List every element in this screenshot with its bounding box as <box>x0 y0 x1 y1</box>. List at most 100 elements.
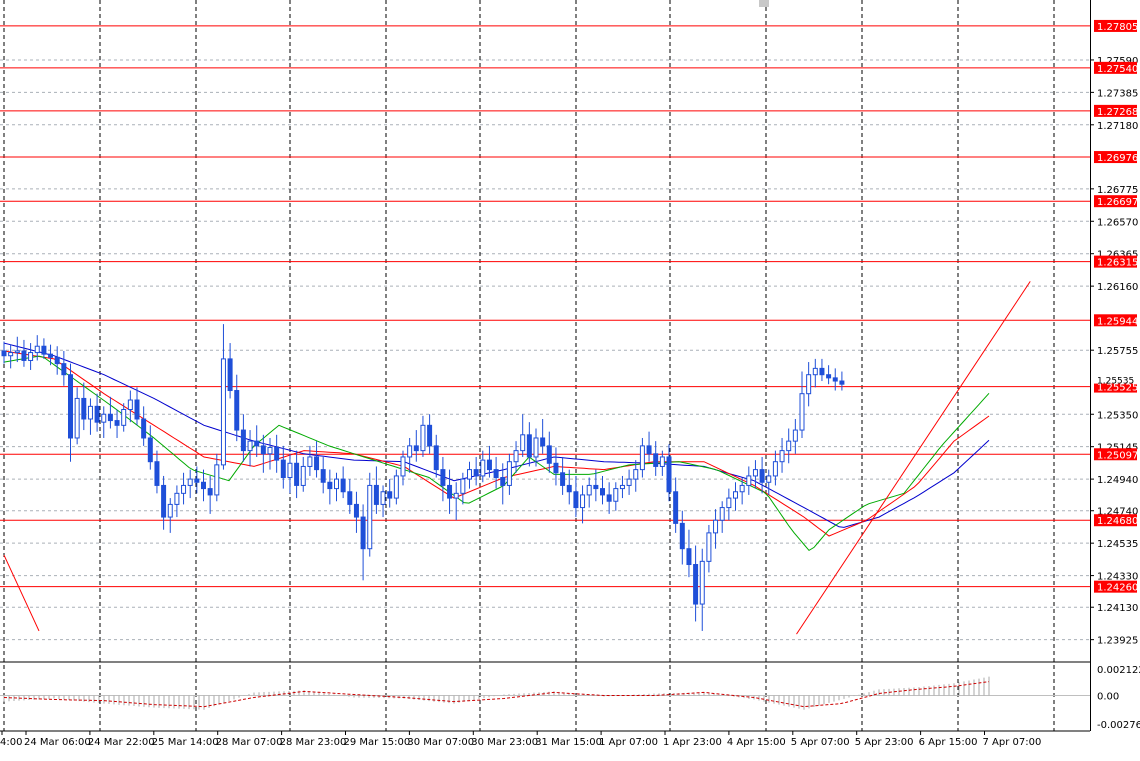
candle-body <box>68 374 73 439</box>
candle-body <box>453 492 459 499</box>
chart-background <box>0 0 1140 757</box>
candle-body <box>274 446 280 461</box>
candle-body <box>593 484 599 490</box>
candle-body <box>61 363 67 376</box>
candle-body <box>513 450 519 463</box>
candle-body <box>520 434 526 452</box>
candle-body <box>101 413 107 423</box>
time-tick-label: 4 Apr 15:00 <box>727 737 786 748</box>
oscillator-tick-label: 0.00 <box>1097 691 1119 702</box>
candle-body <box>147 437 153 463</box>
candle-body <box>327 481 333 490</box>
candle-body <box>287 462 293 479</box>
candle-body <box>167 503 173 518</box>
candle-body <box>826 374 832 379</box>
candle-body <box>526 434 532 458</box>
candle-body <box>586 484 592 496</box>
level-label: 1.24260 <box>1097 583 1138 594</box>
time-tick-label: 1 Apr 23:00 <box>663 737 722 748</box>
candle-body <box>533 437 539 458</box>
level-label: 1.27540 <box>1097 64 1138 75</box>
candle-body <box>294 462 300 486</box>
candle-body <box>214 464 220 496</box>
level-label: 1.25944 <box>1097 316 1138 327</box>
candle-body <box>360 516 366 550</box>
candle-body <box>187 478 193 486</box>
candle-body <box>546 445 552 464</box>
candle-body <box>447 484 453 499</box>
candle-body <box>41 345 47 355</box>
candle-body <box>766 475 772 483</box>
price-tick-label: 1.23925 <box>1097 636 1138 647</box>
candle-body <box>433 445 439 471</box>
candle-body <box>380 491 386 505</box>
candle-body <box>127 399 133 411</box>
candle-body <box>121 409 127 426</box>
candle-body <box>8 352 14 357</box>
candle-body <box>713 519 719 534</box>
candle-body <box>440 469 446 486</box>
candle-body <box>74 397 80 439</box>
candle-body <box>473 469 479 477</box>
price-tick-label: 1.26160 <box>1097 282 1138 293</box>
candle-body <box>194 478 200 483</box>
candle-body <box>307 456 313 467</box>
price-chart: 1.275901.273851.271801.267751.265701.263… <box>0 0 1140 757</box>
price-tick-label: 1.27385 <box>1097 88 1138 99</box>
candle-body <box>234 390 240 431</box>
candle-body <box>267 446 273 455</box>
candle-body <box>619 484 625 490</box>
candle-body <box>320 469 326 483</box>
price-tick-label: 1.25350 <box>1097 410 1138 421</box>
candle-body <box>407 445 413 458</box>
price-tick-label: 1.25755 <box>1097 346 1138 357</box>
candle-body <box>373 484 379 505</box>
candle-body <box>633 469 639 480</box>
price-tick-label: 1.24130 <box>1097 603 1138 614</box>
chart-root: 1.27590 1.27385 1.27180 1.26775 1.26570 1.263… <box>0 0 1140 757</box>
price-tick-label: 1.24535 <box>1097 539 1138 550</box>
candle-body <box>220 358 226 466</box>
candle-body <box>227 358 233 392</box>
candle-body <box>400 456 406 477</box>
price-tick-label: 1.26775 <box>1097 185 1138 196</box>
candle-body <box>94 405 100 423</box>
candle-body <box>254 440 260 447</box>
candle-body <box>739 484 745 493</box>
candle-body <box>81 397 87 420</box>
candle-body <box>819 367 825 376</box>
candle-body <box>812 367 818 376</box>
candle-body <box>460 478 466 494</box>
time-tick-label: 4:00 <box>0 737 22 748</box>
candle-body <box>247 440 253 452</box>
candle-body <box>746 475 752 486</box>
candle-body <box>141 418 147 439</box>
time-tick-label: 5 Apr 07:00 <box>791 737 850 748</box>
price-tick-label: 1.26570 <box>1097 217 1138 228</box>
time-tick-label: 28 Mar 07:00 <box>216 737 283 748</box>
time-tick-label: 5 Apr 23:00 <box>855 737 914 748</box>
candle-body <box>699 560 705 605</box>
candle-body <box>786 440 792 452</box>
candle-body <box>480 459 486 477</box>
oscillator-tick-label: 0.002122 <box>1097 665 1140 676</box>
level-label: 1.26315 <box>1097 258 1138 269</box>
candle-body <box>653 453 659 467</box>
level-label: 1.24680 <box>1097 516 1138 527</box>
candle-body <box>280 459 286 479</box>
candle-body <box>54 356 60 365</box>
candle-body <box>1 350 7 357</box>
candle-body <box>154 461 160 486</box>
oscillator-tick-label: -0.002766 <box>1097 720 1140 731</box>
time-tick-label: 29 Mar 15:00 <box>344 737 411 748</box>
time-tick-label: 1 Apr 07:00 <box>599 737 658 748</box>
candle-body <box>706 532 712 562</box>
candle-body <box>28 352 34 361</box>
candle-body <box>573 491 579 509</box>
candle-body <box>613 488 619 502</box>
candle-body <box>387 491 393 499</box>
candle-body <box>726 497 732 509</box>
time-tick-label: 24 Mar 22:00 <box>88 737 155 748</box>
candle-body <box>693 564 699 605</box>
candle-body <box>181 484 187 494</box>
